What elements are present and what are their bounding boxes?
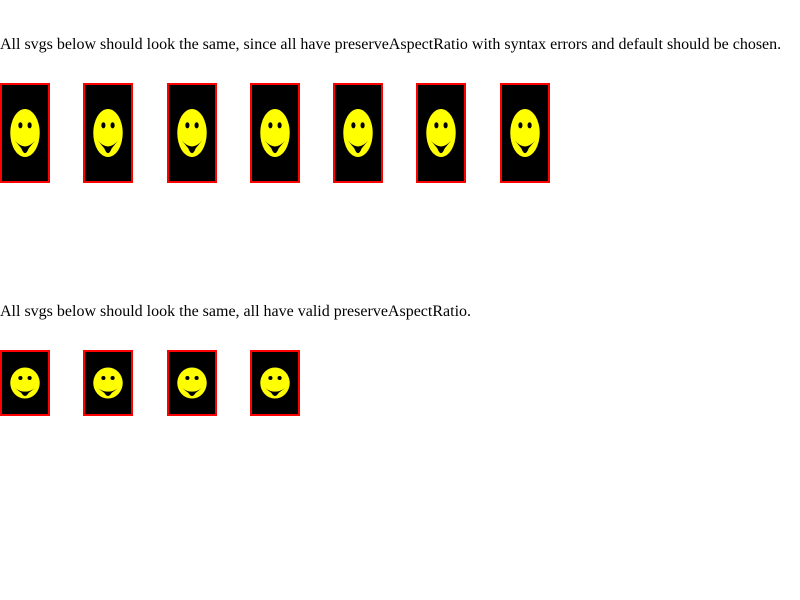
right-eye (110, 376, 115, 381)
left-eye (268, 376, 273, 381)
right-eye (527, 122, 532, 129)
smiley-face-icon (260, 109, 290, 157)
smiley-svg-tile (83, 83, 134, 183)
left-eye (184, 122, 190, 129)
right-eye (277, 376, 282, 381)
smiley-face-icon (510, 109, 540, 157)
smiley-face-icon (93, 367, 124, 399)
smiley-svg-tile (0, 350, 50, 416)
left-eye (101, 122, 106, 129)
left-eye (268, 122, 273, 129)
smiley-svg-tile (416, 83, 467, 183)
right-eye (360, 122, 365, 129)
left-eye (351, 122, 356, 129)
smiley-face-icon (176, 367, 207, 399)
smiley-face-icon (343, 109, 373, 157)
right-eye (110, 122, 115, 129)
left-eye (18, 376, 23, 381)
smiley-svg-tile (333, 83, 384, 183)
smiley-face-icon (260, 367, 290, 399)
smiley-face-icon (426, 109, 457, 157)
smiley-svg-tile (83, 350, 134, 416)
smiley-svg-tile (0, 83, 50, 183)
right-eye (444, 122, 449, 129)
invalid-preserveaspectratio-caption: All svgs below should look the same, sin… (0, 36, 782, 53)
right-eye (194, 376, 199, 381)
right-eye (27, 376, 32, 381)
right-eye (27, 122, 32, 129)
invalid-preserveaspectratio-tile-row (0, 83, 550, 183)
smiley-svg-tile (249, 350, 300, 416)
right-eye (194, 122, 199, 129)
right-eye (277, 122, 282, 129)
smiley-face-icon (176, 109, 207, 157)
left-eye (101, 376, 106, 381)
valid-preserveaspectratio-caption: All svgs below should look the same, all… (0, 303, 472, 320)
smiley-svg-tile (166, 350, 217, 416)
smiley-svg-tile (499, 83, 550, 183)
left-eye (434, 122, 439, 129)
smiley-svg-tile (249, 83, 300, 183)
smiley-face-icon (10, 367, 40, 399)
left-eye (518, 122, 523, 129)
smiley-svg-tile (166, 83, 217, 183)
smiley-face-icon (10, 109, 40, 157)
left-eye (18, 122, 23, 129)
smiley-face-icon (93, 109, 124, 157)
valid-preserveaspectratio-tile-row (0, 350, 300, 416)
left-eye (184, 376, 190, 381)
